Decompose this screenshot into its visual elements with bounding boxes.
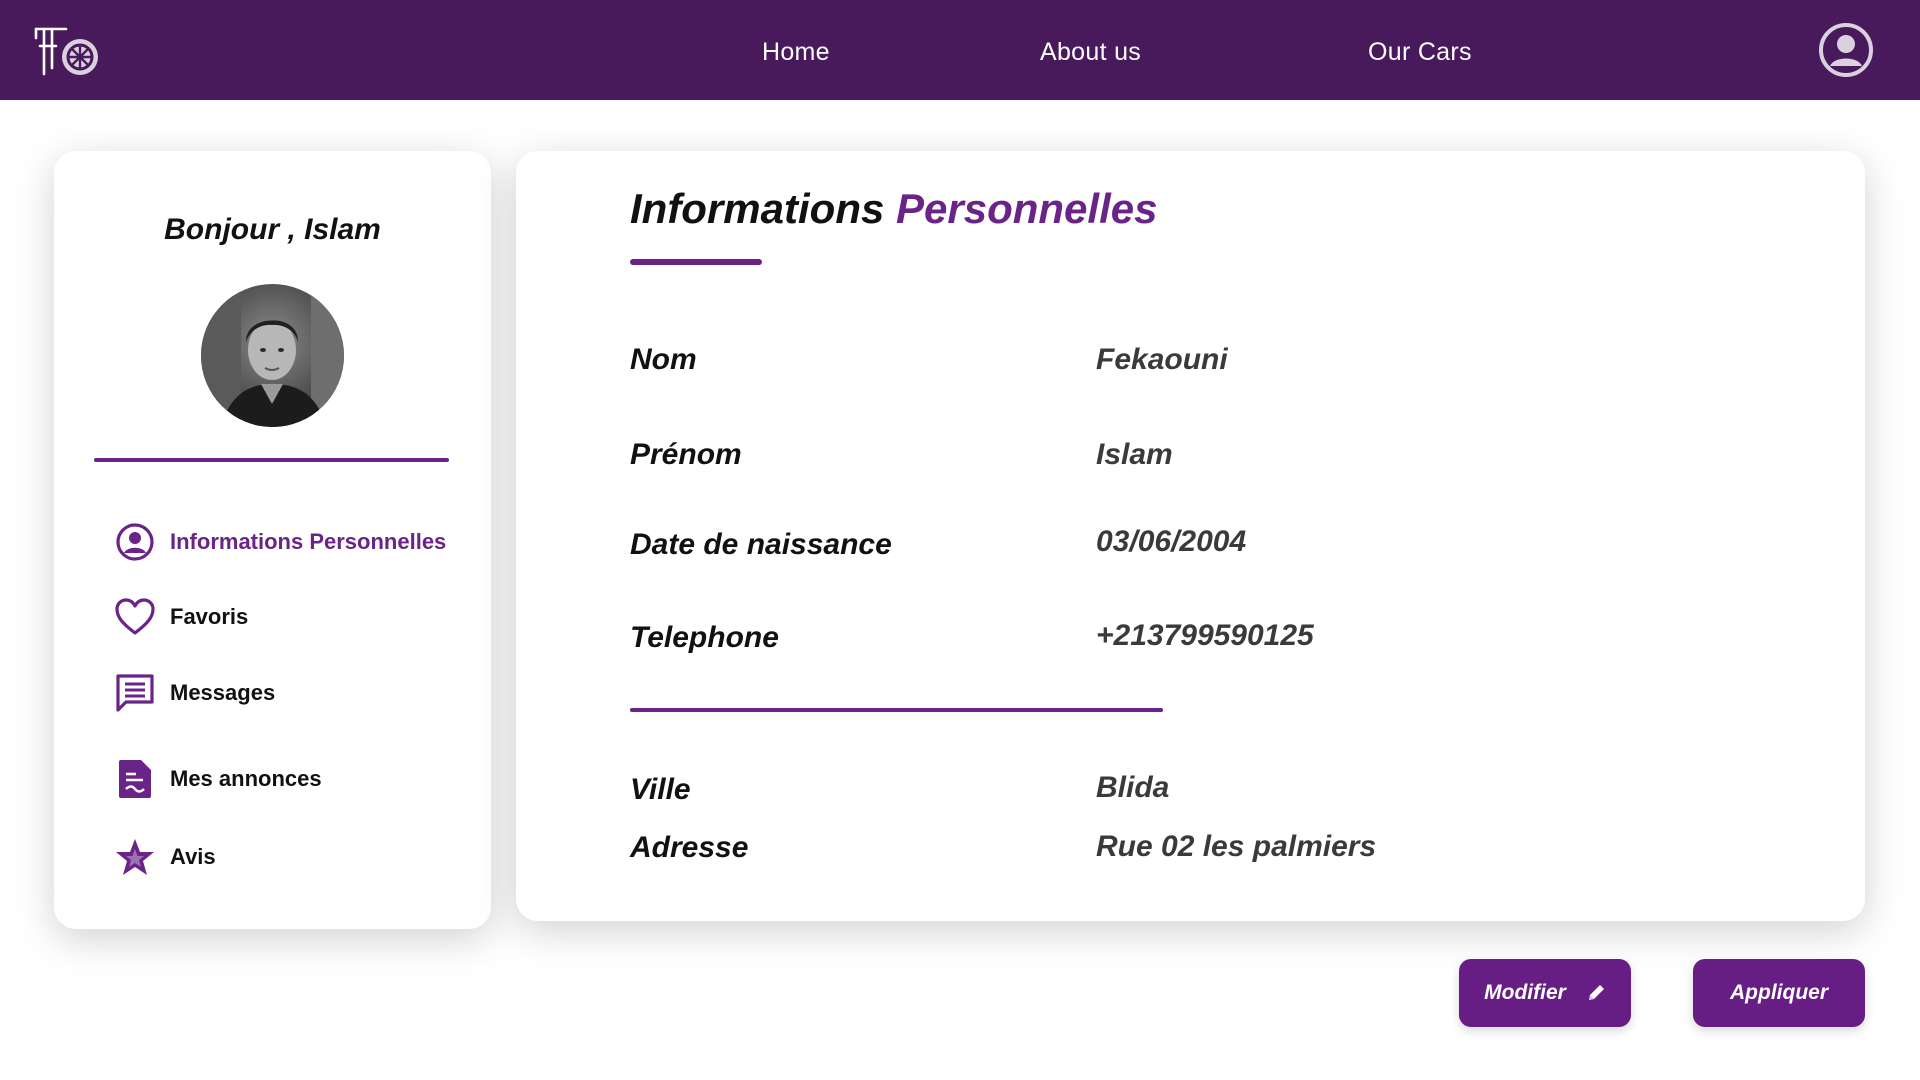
- pencil-icon: [1586, 983, 1606, 1003]
- title-part-1: Informations: [630, 185, 885, 232]
- nav-about-link[interactable]: About us: [1040, 38, 1141, 67]
- field-value-nom: Fekaouni: [1096, 343, 1228, 376]
- sidebar-item-messages[interactable]: Messages: [114, 669, 275, 717]
- field-label-prenom: Prénom: [630, 438, 742, 471]
- sidebar-item-label: Messages: [170, 680, 276, 705]
- field-label-date-naissance: Date de naissance: [630, 528, 892, 561]
- sidebar-divider: [94, 458, 449, 462]
- field-value-adresse: Rue 02 les palmiers: [1096, 830, 1377, 863]
- sidebar-item-avis[interactable]: Avis: [114, 833, 216, 881]
- sidebar-item-label: Informations Personnelles: [170, 529, 447, 554]
- nav-home-link[interactable]: Home: [762, 38, 830, 67]
- car-wheel-logo-icon[interactable]: [32, 26, 100, 76]
- title-part-2: Personnelles: [896, 185, 1158, 232]
- sidebar-item-favoris[interactable]: Favoris: [114, 593, 248, 641]
- apply-button[interactable]: Appliquer: [1693, 959, 1865, 1027]
- field-value-date-naissance: 03/06/2004: [1096, 525, 1247, 558]
- greeting-text: Bonjour , Islam: [164, 213, 381, 246]
- field-value-prenom: Islam: [1096, 438, 1173, 471]
- document-icon: [114, 758, 156, 800]
- field-value-telephone: +213799590125: [1096, 619, 1314, 652]
- heart-icon: [114, 596, 156, 638]
- star-icon: [114, 836, 156, 878]
- modify-button-label: Modifier: [1484, 981, 1566, 1004]
- sidebar-item-mes-annonces[interactable]: Mes annonces: [114, 755, 322, 803]
- sidebar-item-label: Avis: [170, 844, 216, 869]
- section-divider: [630, 708, 1163, 712]
- personal-info-card: Informations Personnelles Nom Fekaouni P…: [516, 151, 1865, 921]
- sidebar-item-label: Favoris: [170, 604, 249, 629]
- user-avatar: [201, 284, 344, 427]
- sidebar-item-informations-personnelles[interactable]: Informations Personnelles: [114, 518, 446, 566]
- message-icon: [114, 672, 156, 714]
- modify-button[interactable]: Modifier: [1459, 959, 1631, 1027]
- field-label-telephone: Telephone: [630, 621, 779, 654]
- top-navbar: Home About us Our Cars: [0, 0, 1920, 100]
- user-circle-icon[interactable]: [1818, 22, 1874, 78]
- field-label-ville: Ville: [630, 773, 691, 806]
- nav-our-cars-link[interactable]: Our Cars: [1368, 38, 1472, 67]
- profile-sidebar: Bonjour , Islam Informations Personnelle…: [54, 151, 491, 929]
- field-label-adresse: Adresse: [630, 831, 749, 864]
- field-value-ville: Blida: [1096, 771, 1170, 804]
- sidebar-item-label: Mes annonces: [170, 766, 322, 791]
- page-title: Informations Personnelles: [630, 185, 1157, 233]
- user-circle-icon: [114, 521, 156, 563]
- title-underline: [630, 259, 762, 265]
- field-label-nom: Nom: [630, 343, 697, 376]
